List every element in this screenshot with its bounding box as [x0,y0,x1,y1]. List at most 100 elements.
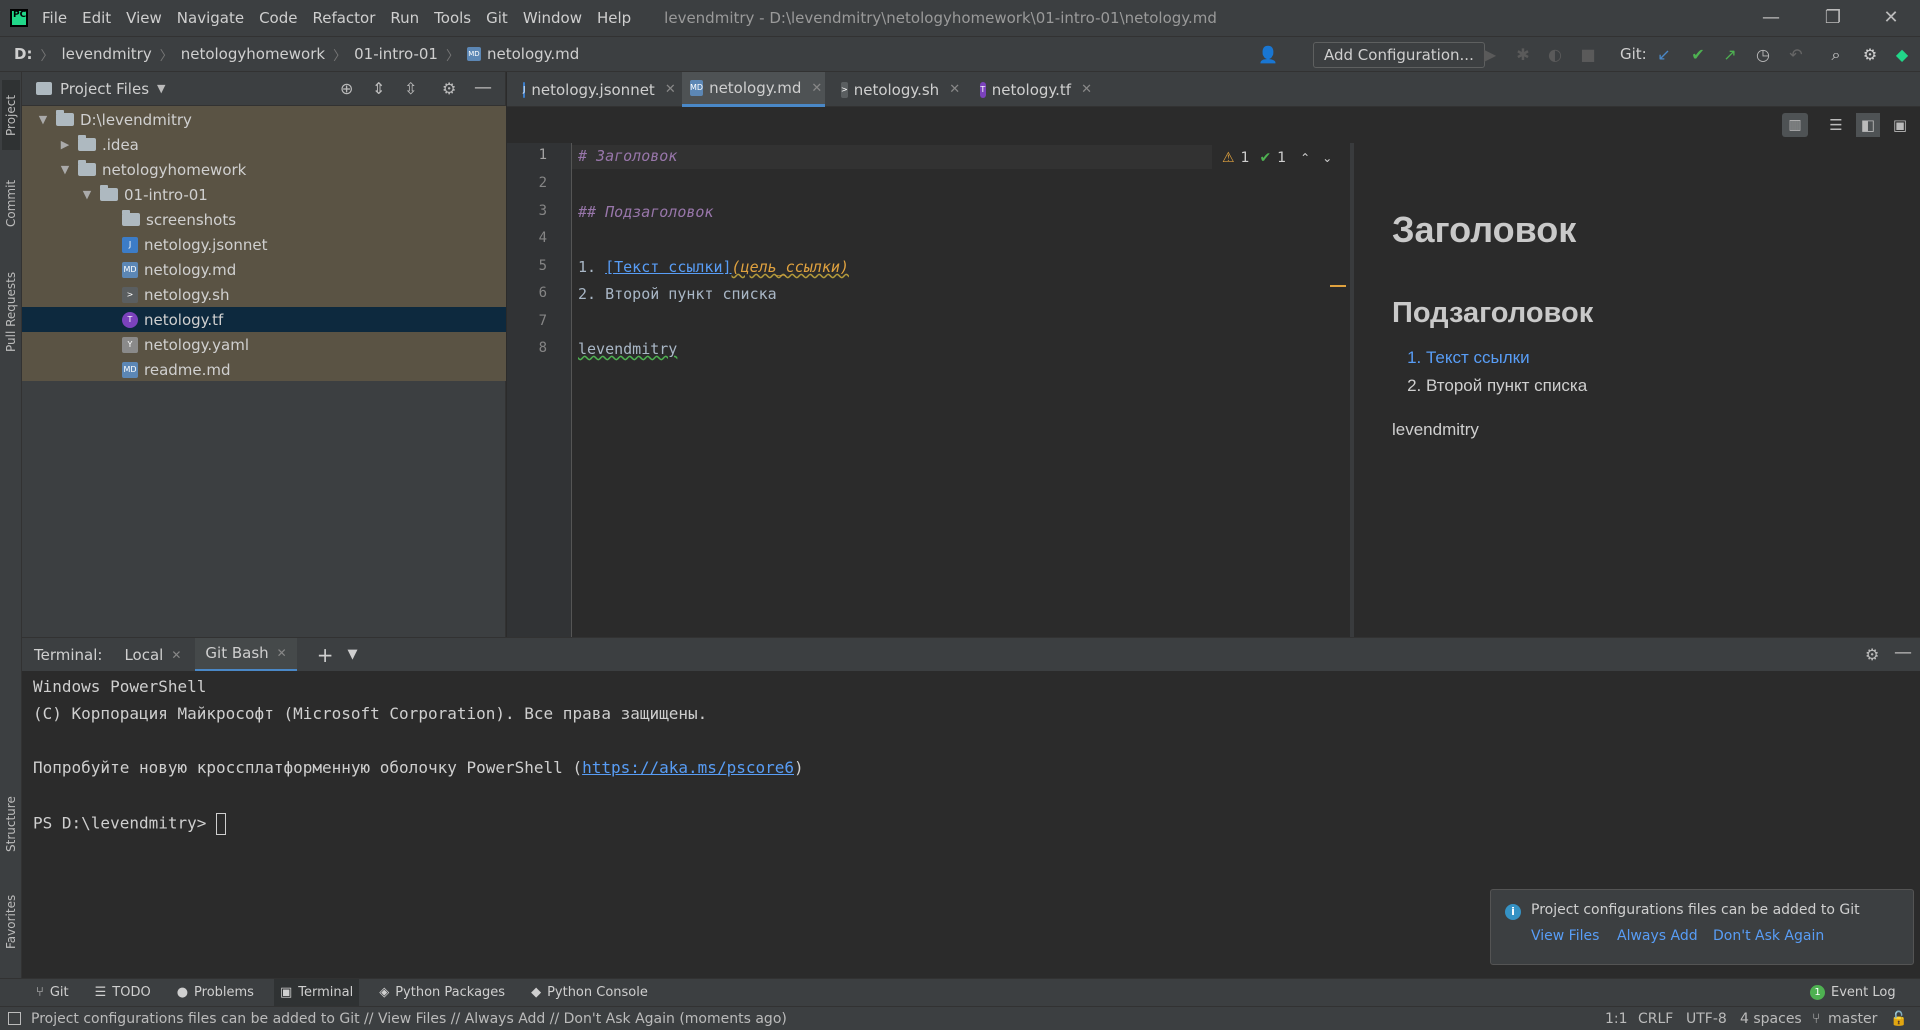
menu-view[interactable]: View [126,9,162,27]
breadcrumb-file[interactable]: netology.md [487,45,579,63]
menu-help[interactable]: Help [597,9,631,27]
structure-tool-tab[interactable]: Structure [2,784,20,864]
restore-icon[interactable]: ❐ [1818,4,1848,32]
tab-netology-sh[interactable]: > netology.sh ✕ [833,72,965,107]
preview-link[interactable]: Текст ссылки [1426,344,1920,372]
add-configuration-button[interactable]: Add Configuration... [1313,42,1485,68]
menu-edit[interactable]: Edit [82,9,111,27]
chevron-down-icon[interactable]: ▼ [58,163,72,176]
close-window-icon[interactable]: ✕ [1876,4,1906,32]
expand-all-icon[interactable]: ⇕ [372,79,385,98]
hide-panel-icon[interactable]: — [474,77,492,98]
git-tool-tab[interactable]: ⑂ Git [30,979,75,1007]
terminal-tab-git-bash[interactable]: Git Bash ✕ [195,637,297,672]
menu-file[interactable]: File [42,9,67,27]
breadcrumb-drive[interactable]: D: [14,45,32,63]
gear-icon[interactable]: ⚙ [1865,645,1879,664]
status-message[interactable]: Project configurations files can be adde… [31,1011,787,1027]
caret-position[interactable]: 1:1 [1605,1011,1628,1027]
minimize-icon[interactable]: — [1756,4,1786,32]
lock-icon[interactable]: 🔓 [1890,1011,1907,1027]
new-terminal-icon[interactable]: + [317,638,334,672]
dont-ask-again-link[interactable]: Don't Ask Again [1713,928,1824,944]
user-icon[interactable]: 👤 [1258,45,1278,65]
git-rollback-icon[interactable]: ↶ [1786,45,1806,65]
chevron-down-icon[interactable]: ⌄ [1322,151,1332,165]
warning-stripe-marker[interactable] [1330,285,1346,287]
tree-item[interactable]: Jnetology.jsonnet [22,232,506,257]
tree-item[interactable]: ▼ 01-intro-01 [22,182,506,207]
always-add-link[interactable]: Always Add [1617,928,1698,944]
toggle-tool-windows-icon[interactable] [8,1012,21,1025]
python-packages-tool-tab[interactable]: ◈ Python Packages [373,979,511,1007]
tree-item[interactable]: Ynetology.yaml [22,332,506,357]
chevron-down-icon[interactable]: ▼ [36,113,50,126]
menu-tools[interactable]: Tools [434,9,471,27]
menu-code[interactable]: Code [259,9,297,27]
tree-item[interactable]: ▼ D:\levendmitry [22,107,506,132]
debug-icon[interactable]: ✱ [1513,45,1533,65]
git-update-icon[interactable]: ↙ [1654,45,1674,65]
chevron-right-icon[interactable]: ▶ [58,138,72,151]
python-console-tool-tab[interactable]: ◆ Python Console [525,979,654,1007]
line-separator[interactable]: CRLF [1638,1011,1673,1027]
tab-netology-tf[interactable]: T netology.tf ✕ [972,72,1100,107]
git-branch[interactable]: master [1828,1011,1877,1027]
breadcrumb-intro[interactable]: 01-intro-01 [354,45,438,63]
problems-tool-tab[interactable]: ● Problems [171,979,260,1007]
tree-item[interactable]: ▶ .idea [22,132,506,157]
split-view-icon[interactable]: ◧ [1856,113,1880,137]
locate-icon[interactable]: ⊕ [340,79,353,98]
terminal-link[interactable]: https://aka.ms/pscore6 [582,758,794,777]
tree-item[interactable]: ▼ netologyhomework [22,157,506,182]
pull-requests-tool-tab[interactable]: Pull Requests [2,257,20,367]
close-icon[interactable]: ✕ [171,648,181,662]
chevron-down-icon[interactable]: ▼ [347,638,357,672]
breadcrumb-levendmitry[interactable]: levendmitry [61,45,151,63]
menu-git[interactable]: Git [486,9,508,27]
tab-netology-md[interactable]: MD netology.md ✕ [682,72,825,107]
breadcrumb-netologyhomework[interactable]: netologyhomework [181,45,325,63]
terminal-tool-tab[interactable]: ▣ Terminal [273,978,360,1007]
close-icon[interactable]: ✕ [277,646,287,660]
editor-only-icon[interactable]: ☰ [1824,113,1848,137]
menu-navigate[interactable]: Navigate [177,9,244,27]
gear-icon[interactable]: ⚙ [442,79,456,98]
settings-icon[interactable]: ⚙ [1860,45,1880,65]
coverage-icon[interactable]: ◐ [1545,45,1565,65]
chevron-up-icon[interactable]: ⌃ [1300,151,1310,165]
stop-icon[interactable]: ■ [1578,45,1598,65]
tree-item[interactable]: screenshots [22,207,506,232]
editor-and-preview-toggle-icon[interactable]: ▥ [1782,113,1808,137]
close-icon[interactable]: ✕ [811,81,822,96]
indent-setting[interactable]: 4 spaces [1740,1011,1802,1027]
preview-only-icon[interactable]: ▣ [1888,113,1912,137]
todo-tool-tab[interactable]: ☰ TODO [89,979,157,1007]
git-history-icon[interactable]: ◷ [1753,45,1773,65]
close-icon[interactable]: ✕ [1081,82,1092,97]
tree-item[interactable]: Tnetology.tf [22,307,506,332]
tab-netology-jsonnet[interactable]: J netology.jsonnet ✕ [515,72,681,107]
view-files-link[interactable]: View Files [1531,928,1599,944]
git-commit-icon[interactable]: ✔ [1688,45,1708,65]
event-log-tool-tab[interactable]: 1 Event Log [1804,979,1902,1007]
tree-item[interactable]: > netology.sh [22,282,506,307]
commit-tool-tab[interactable]: Commit [2,164,20,242]
close-icon[interactable]: ✕ [665,82,676,97]
menu-window[interactable]: Window [523,9,582,27]
menu-run[interactable]: Run [390,9,419,27]
tree-item[interactable]: MD readme.md [22,357,506,382]
project-view-selector[interactable]: Project Files [60,80,149,98]
hide-panel-icon[interactable]: — [1894,642,1912,663]
tree-item[interactable]: MD netology.md [22,257,506,282]
close-icon[interactable]: ✕ [949,82,960,97]
chevron-down-icon[interactable]: ▼ [157,82,165,95]
search-icon[interactable]: ⌕ [1826,45,1846,65]
chevron-down-icon[interactable]: ▼ [80,188,94,201]
jetbrains-toolbox-icon[interactable]: ◆ [1892,45,1912,65]
file-encoding[interactable]: UTF-8 [1686,1011,1727,1027]
favorites-tool-tab[interactable]: Favorites [2,882,20,962]
collapse-all-icon[interactable]: ⇳ [404,79,417,98]
inspection-widget[interactable]: ⚠ 1 ✔ 1 ⌃ ⌄ [1222,148,1332,168]
terminal-tab-local[interactable]: Local ✕ [124,638,181,672]
